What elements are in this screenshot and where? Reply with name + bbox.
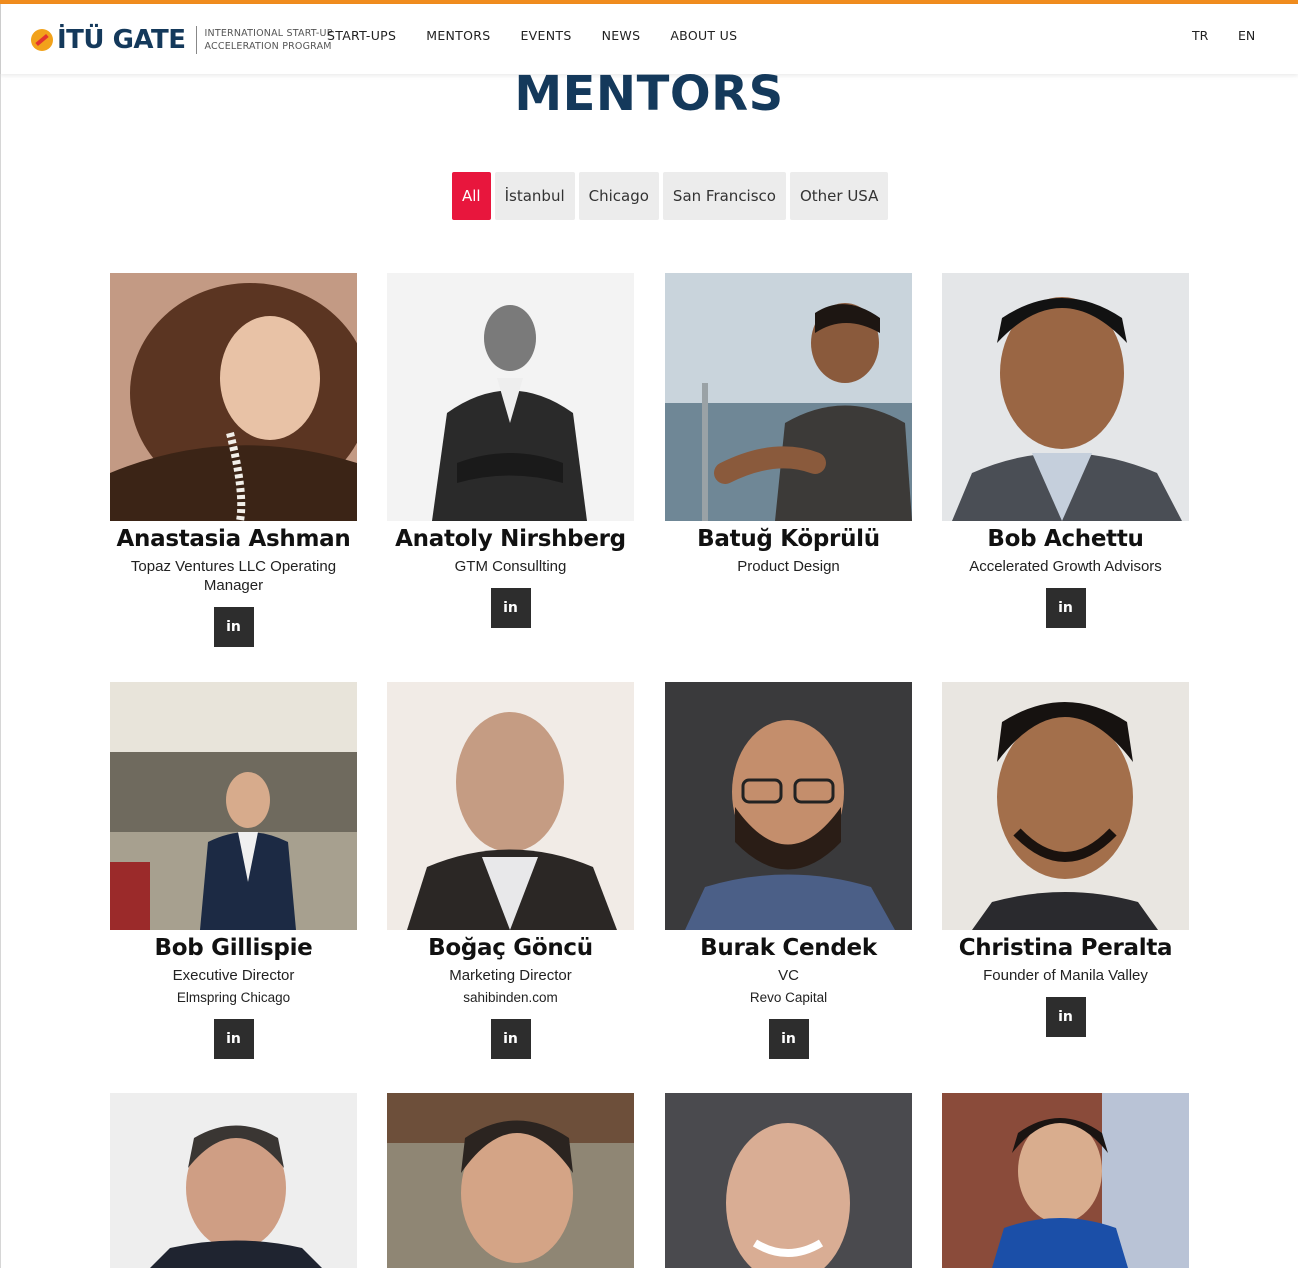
mentor-name: Anatoly Nirshberg bbox=[395, 526, 626, 552]
window-edge bbox=[0, 74, 1, 1268]
mentor-role: Topaz Ventures LLC Operating Manager bbox=[130, 558, 337, 594]
mentor-card: Christina Peralta Founder of Manila Vall… bbox=[942, 682, 1189, 1037]
portrait-image bbox=[942, 682, 1189, 930]
filter-chicago[interactable]: Chicago bbox=[578, 172, 659, 220]
mentor-name: Christina Peralta bbox=[958, 935, 1173, 961]
mentor-role: Marketing Director bbox=[449, 967, 572, 984]
mentor-photo[interactable] bbox=[387, 1093, 634, 1268]
mentor-role: Founder of Manila Valley bbox=[983, 967, 1148, 984]
main-nav: START-UPS MENTORS EVENTS NEWS ABOUT US bbox=[327, 28, 767, 43]
linkedin-button[interactable]: in bbox=[1045, 997, 1086, 1037]
logo-tagline: INTERNATIONAL START-UP ACCELERATION PROG… bbox=[205, 27, 333, 53]
page-title: MENTORS bbox=[514, 66, 784, 122]
mentor-company: Revo Capital bbox=[749, 990, 828, 1005]
mentor-role: VC bbox=[778, 967, 799, 984]
mentor-card: Anatoly Nirshberg GTM Consullting in bbox=[387, 273, 634, 628]
mentor-photo[interactable] bbox=[942, 682, 1189, 930]
mentor-card bbox=[110, 1093, 357, 1268]
mentor-photo[interactable] bbox=[942, 273, 1189, 521]
tagline-line-1: INTERNATIONAL START-UP bbox=[204, 28, 333, 39]
nav-events[interactable]: EVENTS bbox=[520, 28, 571, 43]
logo-divider bbox=[195, 26, 197, 54]
linkedin-button[interactable]: in bbox=[213, 607, 254, 647]
mentor-photo[interactable] bbox=[110, 273, 357, 521]
portrait-image bbox=[387, 682, 634, 930]
mentor-card: Batuğ Köprülü Product Design bbox=[665, 273, 912, 576]
mentor-photo[interactable] bbox=[387, 273, 634, 521]
mentor-name: Burak Cendek bbox=[700, 935, 877, 961]
mentor-company: sahibinden.com bbox=[463, 990, 558, 1005]
portrait-image bbox=[942, 273, 1189, 521]
mentor-role: Executive Director bbox=[172, 967, 295, 984]
logo-wordmark: İTÜ GATE bbox=[57, 25, 186, 55]
portrait-image bbox=[110, 682, 357, 930]
location-filter-bar: All İstanbul Chicago San Francisco Other… bbox=[452, 172, 892, 220]
lang-tr-link[interactable]: TR bbox=[1192, 28, 1208, 43]
filter-san-francisco[interactable]: San Francisco bbox=[662, 172, 786, 220]
mentor-name: Bob Achettu bbox=[987, 526, 1144, 552]
mentor-photo[interactable] bbox=[665, 682, 912, 930]
nav-about-us[interactable]: ABOUT US bbox=[670, 28, 737, 43]
filter-other-usa[interactable]: Other USA bbox=[789, 172, 889, 220]
site-logo[interactable]: İTÜ GATE INTERNATIONAL START-UP ACCELERA… bbox=[31, 22, 333, 58]
mentor-photo[interactable] bbox=[387, 682, 634, 930]
nav-mentors[interactable]: MENTORS bbox=[426, 28, 490, 43]
mentor-photo[interactable] bbox=[942, 1093, 1189, 1268]
mentor-role: Product Design bbox=[737, 558, 840, 575]
mentor-card bbox=[665, 1093, 912, 1268]
mentor-card: Burak Cendek VC Revo Capital in bbox=[665, 682, 912, 1059]
logo-icon bbox=[31, 29, 53, 51]
portrait-image bbox=[942, 1093, 1189, 1268]
mentor-company: Elmspring Chicago bbox=[176, 990, 291, 1005]
linkedin-button[interactable]: in bbox=[1045, 588, 1086, 628]
portrait-image bbox=[110, 273, 357, 521]
mentor-photo[interactable] bbox=[110, 682, 357, 930]
mentor-role: GTM Consullting bbox=[454, 558, 567, 575]
linkedin-button[interactable]: in bbox=[213, 1019, 254, 1059]
nav-news[interactable]: NEWS bbox=[602, 28, 641, 43]
mentor-card: Bob Achettu Accelerated Growth Advisors … bbox=[942, 273, 1189, 628]
filter-all[interactable]: All bbox=[452, 172, 491, 220]
mentor-photo[interactable] bbox=[110, 1093, 357, 1268]
mentor-card bbox=[942, 1093, 1189, 1268]
lang-en-link[interactable]: EN bbox=[1238, 28, 1255, 43]
portrait-image bbox=[665, 682, 912, 930]
portrait-image bbox=[387, 1093, 634, 1268]
mentor-role: Accelerated Growth Advisors bbox=[969, 558, 1162, 575]
filter-istanbul[interactable]: İstanbul bbox=[494, 172, 575, 220]
mentor-name: Bob Gillispie bbox=[154, 935, 313, 961]
mentor-name: Anastasia Ashman bbox=[116, 526, 351, 552]
mentor-card: Anastasia Ashman Topaz Ventures LLC Oper… bbox=[110, 273, 357, 647]
linkedin-button[interactable]: in bbox=[490, 588, 531, 628]
mentor-card bbox=[387, 1093, 634, 1268]
mentor-name: Batuğ Köprülü bbox=[697, 526, 880, 552]
mentor-card: Boğaç Göncü Marketing Director sahibinde… bbox=[387, 682, 634, 1059]
site-header: İTÜ GATE INTERNATIONAL START-UP ACCELERA… bbox=[0, 4, 1298, 74]
tagline-line-2: ACCELERATION PROGRAM bbox=[204, 41, 332, 52]
mentor-card: Bob Gillispie Executive Director Elmspri… bbox=[110, 682, 357, 1059]
nav-startups[interactable]: START-UPS bbox=[327, 28, 396, 43]
portrait-image bbox=[665, 273, 912, 521]
linkedin-button[interactable]: in bbox=[768, 1019, 809, 1059]
mentor-photo[interactable] bbox=[665, 273, 912, 521]
portrait-image bbox=[665, 1093, 912, 1268]
portrait-image bbox=[110, 1093, 357, 1268]
mentor-name: Boğaç Göncü bbox=[428, 935, 593, 961]
linkedin-button[interactable]: in bbox=[490, 1019, 531, 1059]
mentor-photo[interactable] bbox=[665, 1093, 912, 1268]
portrait-image bbox=[387, 273, 634, 521]
